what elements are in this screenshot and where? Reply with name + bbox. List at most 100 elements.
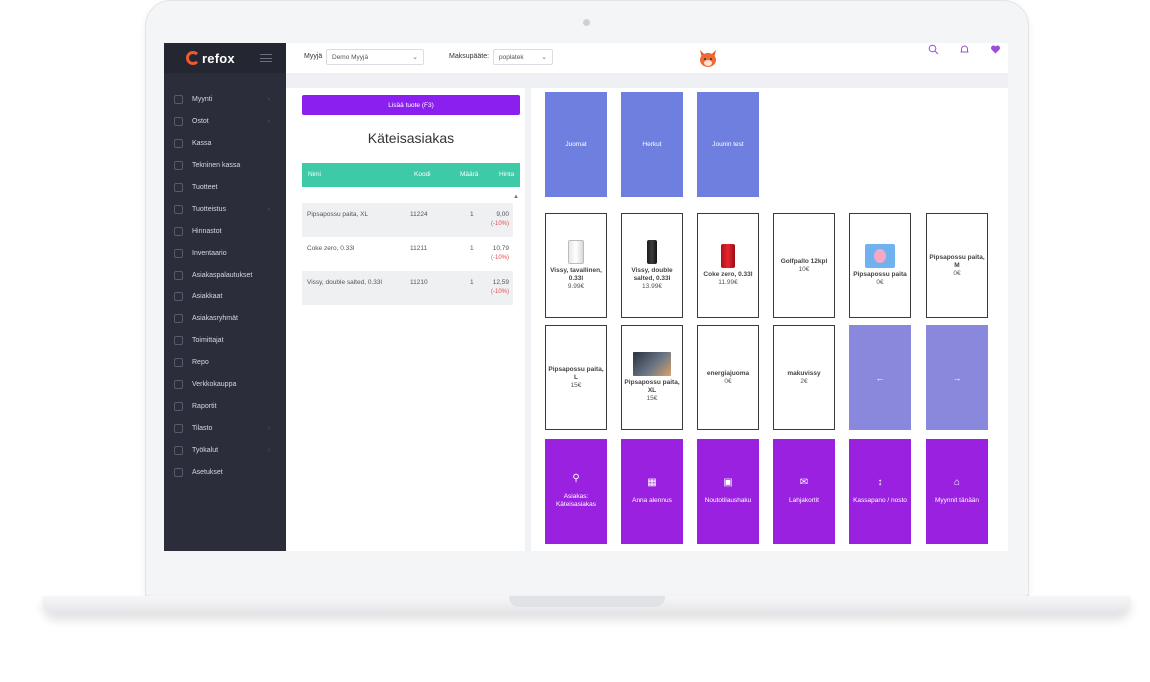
product-tile[interactable]: Golfpallo 12kpl 10€	[773, 213, 835, 318]
product-tile[interactable]: energiajuoma 0€	[697, 325, 759, 430]
sidebar: refox Myynti › Ostot › Kassa Tekninen kassa Tu…	[164, 43, 286, 551]
action-tile-archive[interactable]: ▣ Noutotilaushaku	[697, 439, 759, 544]
sidebar-item[interactable]: Asiakaspalautukset	[164, 264, 286, 286]
product-image	[721, 244, 735, 268]
sort-up-icon[interactable]: ▲	[513, 194, 519, 200]
sidebar-item[interactable]: Tekninen kassa	[164, 155, 286, 177]
sidebar-item[interactable]: Kassa	[164, 133, 286, 155]
sidebar-item-icon	[174, 139, 183, 149]
product-price: 0€	[953, 269, 961, 277]
sidebar-item-icon	[174, 314, 183, 324]
product-tile[interactable]: Vissy, tavallinen, 0.33l 9.99€	[545, 213, 607, 318]
action-label: Asiakas: Käteisasiakas	[555, 492, 597, 508]
terminal-select[interactable]: poplatek ⌄	[493, 49, 553, 65]
product-tile[interactable]: Pipsapossu paita, XL 15€	[621, 325, 683, 430]
sidebar-item-label: Ostot	[192, 118, 209, 126]
product-price: 0€	[724, 377, 732, 385]
cell-code: 11210	[410, 279, 428, 286]
bell-icon[interactable]	[959, 44, 970, 55]
sidebar-item[interactable]: Inventaario	[164, 242, 286, 264]
prev-page-button[interactable]: ←	[849, 325, 911, 430]
col-price[interactable]: Hinta	[499, 171, 514, 178]
sidebar-item[interactable]: Toimittajat	[164, 330, 286, 352]
terminal-label: Maksupääte:	[449, 53, 490, 60]
product-name: Pipsapossu paita, M	[929, 253, 985, 269]
sidebar-item-label: Tekninen kassa	[192, 162, 241, 170]
product-tile[interactable]: Coke zero, 0.33l 11.99€	[697, 213, 759, 318]
fox-mascot-icon	[700, 50, 716, 67]
heart-icon[interactable]	[990, 44, 1001, 55]
logo-text: refox	[202, 50, 235, 66]
product-tile[interactable]: Pipsapossu paita, M 0€	[926, 213, 988, 318]
cell-name: Coke zero, 0.33l	[307, 245, 355, 252]
table-row[interactable]: Vissy, double salted, 0.33l 11210 1 12,59 (-…	[302, 271, 513, 305]
sidebar-item[interactable]: Tilasto ›	[164, 417, 286, 439]
category-tile[interactable]: Herkut	[621, 92, 683, 197]
action-label: Lahjakortit	[789, 496, 819, 504]
sidebar-item[interactable]: Hinnastot	[164, 220, 286, 242]
logo[interactable]: refox	[164, 43, 286, 73]
add-product-button[interactable]: Lisää tuote (F3)	[302, 95, 520, 115]
sidebar-item-label: Tuotteistus	[192, 205, 226, 213]
product-price: 15€	[646, 395, 658, 402]
product-price: 15€	[570, 381, 582, 389]
seller-value: Demo Myyjä	[332, 53, 369, 61]
action-tile-user[interactable]: ⚲ Asiakas: Käteisasiakas	[545, 439, 607, 544]
tile-grid: Juomat Herkut Jounin test Vissy, tavallinen…	[531, 88, 1008, 551]
sidebar-item-label: Tuotteet	[192, 184, 218, 191]
sidebar-item-icon	[174, 95, 183, 105]
sidebar-item[interactable]: Tuotteistus ›	[164, 198, 286, 220]
table-row[interactable]: Pipsapossu paita, XL 11224 1 9,00 (-10%)	[302, 203, 513, 237]
cell-code: 11224	[410, 211, 428, 218]
col-name[interactable]: Nimi	[308, 171, 321, 178]
sidebar-item[interactable]: Asetukset	[164, 461, 286, 483]
cell-price: 9,00	[496, 211, 509, 218]
sidebar-item[interactable]: Repo	[164, 352, 286, 374]
sidebar-item[interactable]: Raportit	[164, 395, 286, 417]
sidebar-item[interactable]: Ostot ›	[164, 111, 286, 133]
product-tile[interactable]: Pipsapossu paita 0€	[849, 213, 911, 318]
topbar-strip	[286, 73, 1008, 88]
sidebar-item-icon	[174, 336, 183, 346]
sidebar-item[interactable]: Verkkokauppa	[164, 374, 286, 396]
sidebar-item-label: Asiakaspalautukset	[192, 271, 253, 279]
cell-price: 12,59	[492, 279, 509, 286]
product-tile[interactable]: Vissy, double salted, 0.33l 13.99€	[621, 213, 683, 318]
sidebar-item[interactable]: Myynti ›	[164, 89, 286, 111]
calculator-icon: ▦	[647, 476, 657, 488]
product-image	[647, 240, 657, 264]
col-qty[interactable]: Määrä	[460, 171, 478, 178]
mail-icon: ✉	[799, 476, 809, 488]
sidebar-item-label: Asetukset	[192, 468, 223, 476]
arrow-right-icon: →	[952, 372, 962, 383]
chevron-right-icon: ›	[267, 446, 270, 454]
action-tile-transfer[interactable]: ↕ Kassapano / nosto	[849, 439, 911, 544]
product-name: Coke zero, 0.33l	[703, 271, 753, 278]
action-tile-mail[interactable]: ✉ Lahjakortit	[773, 439, 835, 544]
category-tile[interactable]: Jounin test	[697, 92, 759, 197]
action-label: Myynnit tänään	[934, 496, 980, 504]
customer-title: Käteisasiakas	[367, 130, 455, 146]
topbar: Myyjä Demo Myyjä ⌄ Maksupääte: poplatek …	[286, 43, 1008, 73]
product-tile[interactable]: makuvissy 2€	[773, 325, 835, 430]
cell-name: Vissy, double salted, 0.33l	[307, 279, 382, 286]
next-page-button[interactable]: →	[926, 325, 988, 430]
sidebar-item[interactable]: Asiakasryhmät	[164, 308, 286, 330]
action-tile-calculator[interactable]: ▦ Anna alennus	[621, 439, 683, 544]
sidebar-item[interactable]: Työkalut ›	[164, 439, 286, 461]
category-tile[interactable]: Juomat	[545, 92, 607, 197]
chevron-right-icon: ›	[267, 118, 270, 126]
table-row[interactable]: Coke zero, 0.33l 11211 1 10,79 (-10%)	[302, 237, 513, 271]
seller-select[interactable]: Demo Myyjä ⌄	[326, 49, 424, 65]
search-icon[interactable]	[928, 44, 939, 55]
action-tile-bank[interactable]: ⌂ Myynnit tänään	[926, 439, 988, 544]
product-tile[interactable]: Pipsapossu paita, L 15€	[545, 325, 607, 430]
sidebar-item[interactable]: Asiakkaat	[164, 286, 286, 308]
sidebar-item-label: Verkkokauppa	[192, 381, 237, 389]
col-code[interactable]: Koodi	[414, 171, 431, 178]
user-icon: ⚲	[572, 472, 580, 484]
sidebar-item[interactable]: Tuotteet	[164, 177, 286, 199]
laptop-notch	[509, 596, 665, 607]
menu-toggle-icon[interactable]	[260, 54, 272, 62]
transfer-icon: ↕	[877, 476, 883, 488]
